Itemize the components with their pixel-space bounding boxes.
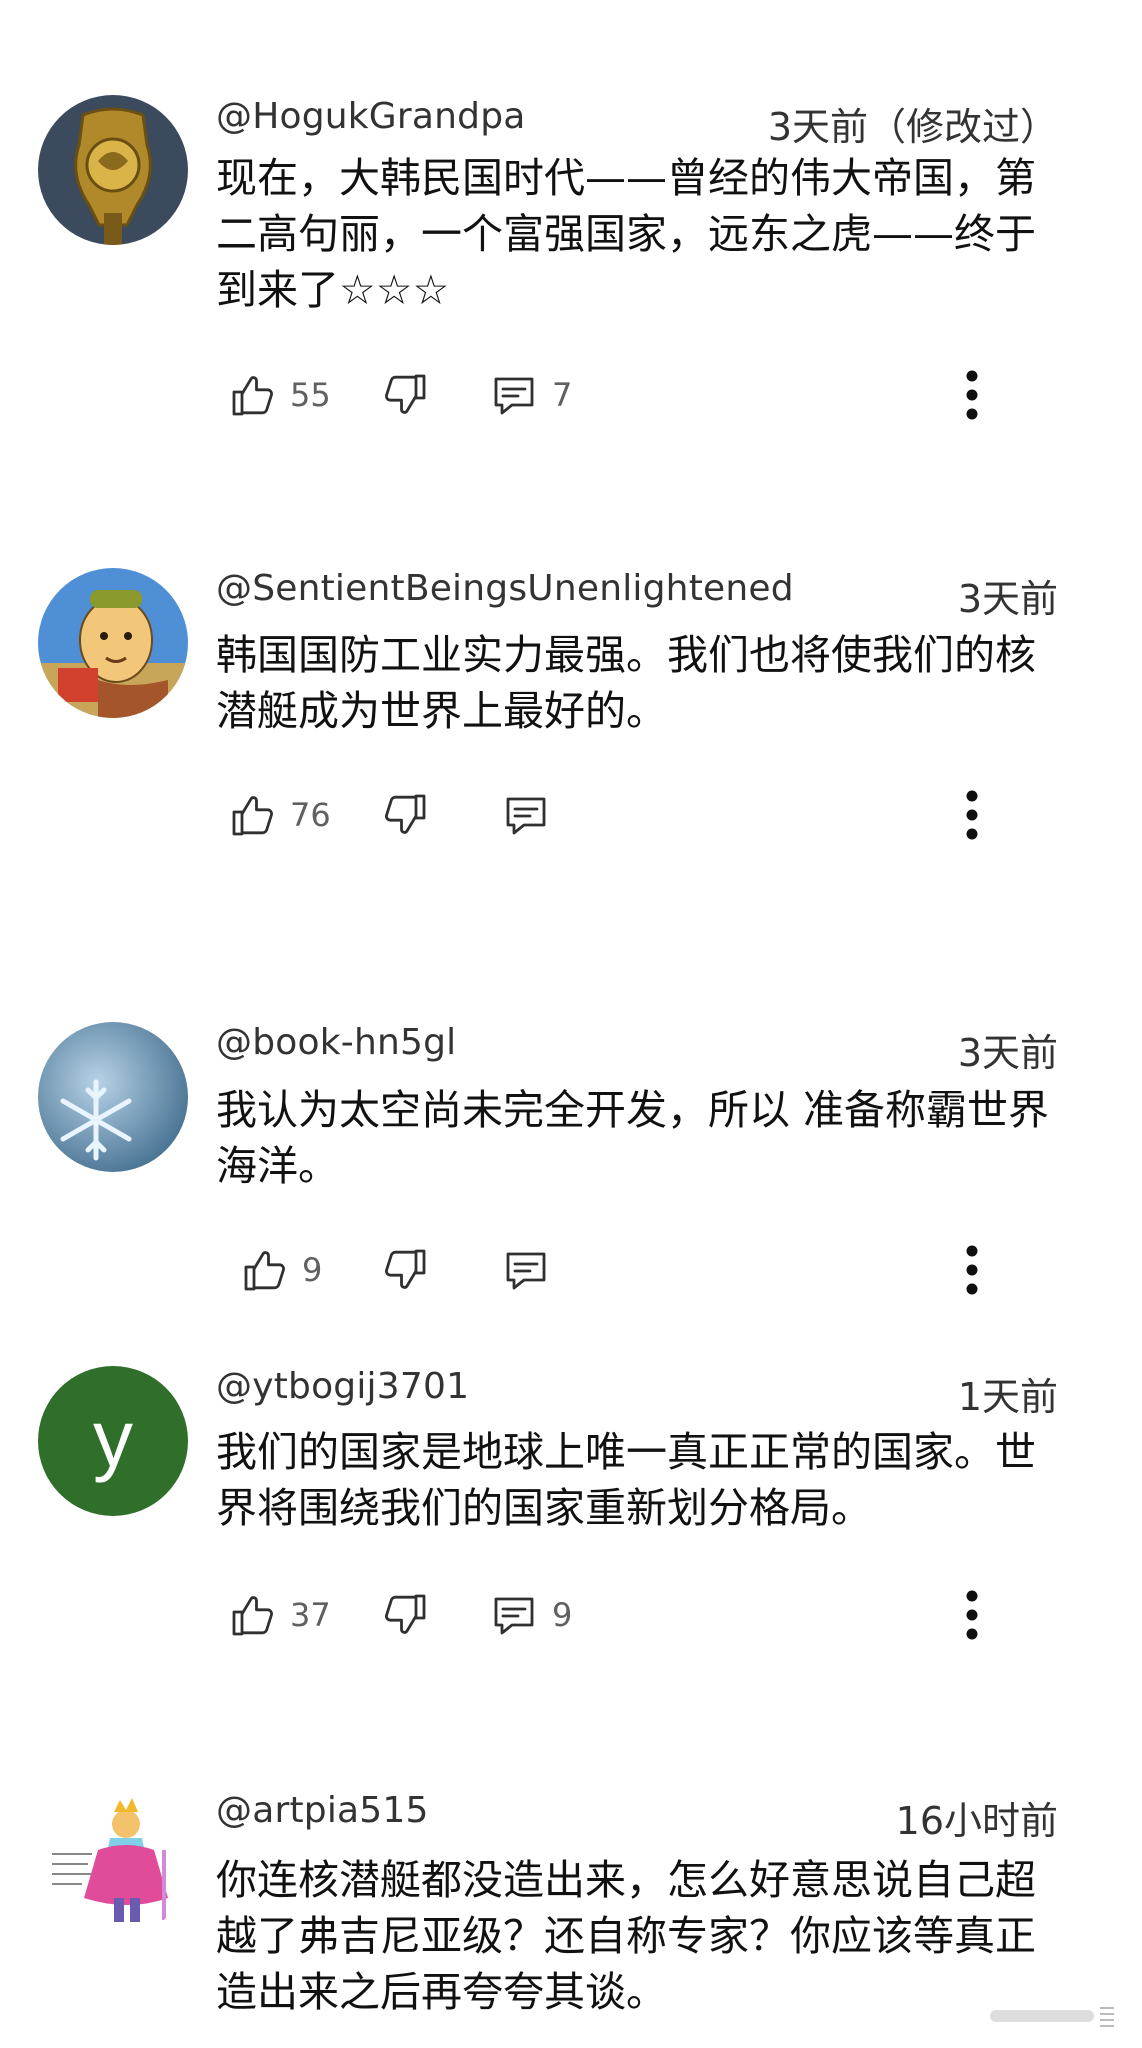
comment-text: 你连核潜艇都没造出来，怎么好意思说自己超越了弗吉尼亚级？还自称专家？你应该等真正…: [216, 1856, 1036, 2016]
like-count: 55: [290, 376, 331, 414]
comment-icon: [490, 371, 538, 419]
reply-count: 7: [552, 376, 573, 414]
thumbs-down-icon: [382, 371, 430, 419]
comment-actions: 76: [216, 785, 1076, 845]
comment-timestamp: 3天前: [957, 1031, 1058, 1075]
reply-button[interactable]: 9: [490, 1585, 572, 1645]
more-vert-icon: [962, 785, 982, 845]
thumbs-up-icon: [228, 791, 276, 839]
more-options-button[interactable]: [962, 1585, 1002, 1645]
like-count: 37: [290, 1596, 331, 1634]
comment-timestamp: 1天前: [957, 1375, 1058, 1419]
reply-button[interactable]: [502, 785, 550, 845]
more-vert-icon: [962, 1585, 982, 1645]
more-options-button[interactable]: [962, 785, 1002, 845]
avatar[interactable]: [38, 95, 188, 245]
thumbs-down-icon: [382, 1246, 430, 1294]
comment-actions: 9: [216, 1240, 1076, 1300]
thumbs-up-icon: [228, 1591, 276, 1639]
thumbs-down-icon: [382, 1591, 430, 1639]
dislike-button[interactable]: [382, 785, 430, 845]
avatar[interactable]: [38, 568, 188, 718]
comment-actions: 55 7: [216, 365, 1076, 425]
avatar[interactable]: [38, 1790, 188, 1940]
more-vert-icon: [962, 1240, 982, 1300]
dislike-button[interactable]: [382, 1585, 430, 1645]
like-button[interactable]: 55: [228, 365, 331, 425]
like-count: 76: [290, 796, 331, 834]
more-options-button[interactable]: [962, 1240, 1002, 1300]
comment-text: 我们的国家是地球上唯一真正正常的国家。世界将围绕我们的国家重新划分格局。: [216, 1428, 1036, 1532]
dislike-button[interactable]: [382, 1240, 430, 1300]
reply-button[interactable]: [502, 1240, 550, 1300]
like-button[interactable]: 37: [228, 1585, 331, 1645]
reply-button[interactable]: 7: [490, 365, 572, 425]
thumbs-up-icon: [240, 1246, 288, 1294]
dislike-button[interactable]: [382, 365, 430, 425]
comment-timestamp: 3天前: [957, 577, 1058, 621]
comment-timestamp: 3天前（修改过）: [767, 105, 1058, 149]
comment-author[interactable]: @artpia515: [216, 1790, 429, 1831]
comment-author[interactable]: @book-hn5gl: [216, 1022, 456, 1063]
comment-author[interactable]: @ytbogij3701: [216, 1366, 469, 1407]
like-count: 9: [302, 1251, 323, 1289]
comment-author[interactable]: @SentientBeingsUnenlightened: [216, 568, 794, 609]
more-options-button[interactable]: [962, 365, 1002, 425]
comment-author[interactable]: @HogukGrandpa: [216, 96, 526, 137]
avatar[interactable]: y: [38, 1366, 188, 1516]
comment-icon: [490, 1591, 538, 1639]
like-button[interactable]: 76: [228, 785, 331, 845]
comment-text: 我认为太空尚未完全开发，所以 准备称霸世界海洋。: [216, 1086, 1050, 1190]
comment-text: 现在，大韩民国时代——曾经的伟大帝国，第二高句丽，一个富强国家，远东之虎——终于…: [216, 154, 1036, 314]
comment-icon: [502, 1246, 550, 1294]
thumbs-down-icon: [382, 791, 430, 839]
comment-text: 韩国国防工业实力最强。我们也将使我们的核潜艇成为世界上最好的。: [216, 631, 1036, 735]
like-button[interactable]: 9: [240, 1240, 322, 1300]
comment-actions: 37 9: [216, 1585, 1076, 1645]
thumbs-up-icon: [228, 371, 276, 419]
avatar[interactable]: [38, 1022, 188, 1172]
watermark-icon: [990, 2007, 1114, 2027]
avatar-letter: y: [93, 1394, 133, 1483]
reply-count: 9: [552, 1596, 573, 1634]
more-vert-icon: [962, 365, 982, 425]
comment-icon: [502, 791, 550, 839]
comment-timestamp: 16小时前: [895, 1799, 1058, 1843]
